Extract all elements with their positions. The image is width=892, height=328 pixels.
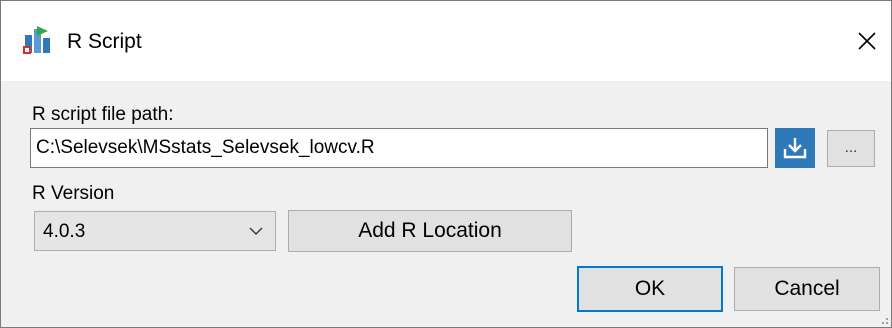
r-version-selected-value: 4.0.3	[43, 221, 86, 242]
resize-grip-icon[interactable]	[877, 313, 889, 325]
cancel-button[interactable]: Cancel	[734, 267, 880, 311]
r-version-select[interactable]: 4.0.3	[34, 211, 276, 251]
r-script-app-icon	[23, 25, 53, 55]
script-path-input[interactable]	[30, 128, 768, 168]
r-script-dialog: R Script R script file path: ... R Versi…	[0, 0, 892, 328]
window-title: R Script	[67, 30, 142, 53]
close-button[interactable]	[843, 17, 891, 65]
title-bar: R Script	[1, 1, 891, 81]
script-path-label: R script file path:	[32, 104, 174, 125]
close-icon	[858, 32, 876, 50]
ok-button[interactable]: OK	[577, 266, 723, 312]
ellipsis-button[interactable]: ...	[827, 130, 875, 167]
chevron-down-icon	[249, 227, 263, 235]
add-r-location-button[interactable]: Add R Location	[288, 210, 572, 252]
download-folder-icon	[783, 138, 807, 159]
browse-button[interactable]	[775, 128, 815, 168]
r-version-label: R Version	[32, 183, 115, 204]
